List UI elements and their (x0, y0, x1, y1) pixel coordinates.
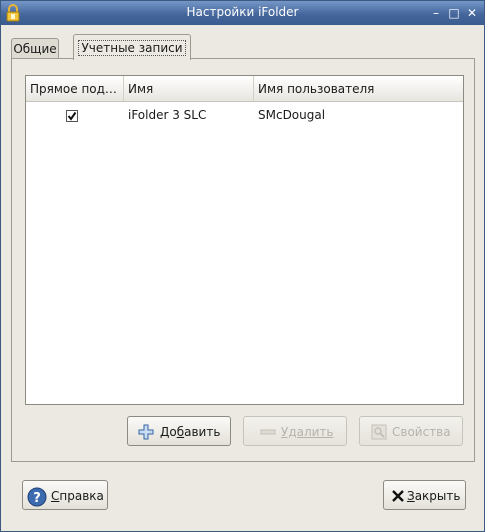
minus-icon (260, 424, 276, 440)
column-header-name[interactable]: Имя (124, 76, 254, 101)
help-button[interactable]: ? Справка (22, 480, 108, 510)
account-name-cell: iFolder 3 SLC (128, 108, 207, 122)
tab-general[interactable]: Общие (11, 38, 59, 59)
account-user-cell: SMcDougal (258, 108, 326, 122)
maximize-icon[interactable]: □ (447, 6, 461, 20)
properties-button-label: Свойства (392, 425, 451, 439)
minimize-icon[interactable]: – (429, 6, 443, 20)
checkmark-icon (67, 111, 77, 121)
close-x-icon (391, 488, 407, 504)
help-button-label: Справка (51, 489, 104, 503)
close-button-label: Закрыть (407, 489, 461, 503)
preferences-window: Настройки iFolder – □ ✕ Общие Учетные за… (0, 0, 485, 532)
table-header: Прямое под… Имя Имя пользователя (26, 76, 463, 102)
window-title: Настройки iFolder (186, 5, 299, 19)
column-header-username[interactable]: Имя пользователя (254, 76, 462, 101)
svg-text:?: ? (33, 491, 41, 506)
tab-accounts-label: Учетные записи (78, 40, 186, 56)
remove-button-label: Удалить (281, 425, 334, 439)
help-icon: ? (27, 487, 47, 507)
add-account-button[interactable]: Добавить (127, 416, 231, 446)
accounts-table[interactable]: Прямое под… Имя Имя пользователя iFolder… (25, 75, 464, 405)
remove-account-button[interactable]: Удалить (243, 416, 347, 446)
title-bar[interactable]: Настройки iFolder – □ ✕ (1, 1, 484, 25)
properties-button[interactable]: Свойства (359, 416, 463, 446)
plus-icon (138, 424, 154, 440)
properties-icon (371, 424, 387, 440)
table-row[interactable]: iFolder 3 SLC SMcDougal (26, 103, 463, 127)
tab-accounts[interactable]: Учетные записи (73, 34, 191, 60)
close-window-icon[interactable]: ✕ (465, 6, 479, 20)
close-button[interactable]: Закрыть (383, 480, 466, 510)
column-header-direct-connect[interactable]: Прямое под… (26, 76, 124, 101)
add-button-label: Добавить (160, 425, 221, 439)
direct-connect-checkbox[interactable] (66, 110, 78, 122)
